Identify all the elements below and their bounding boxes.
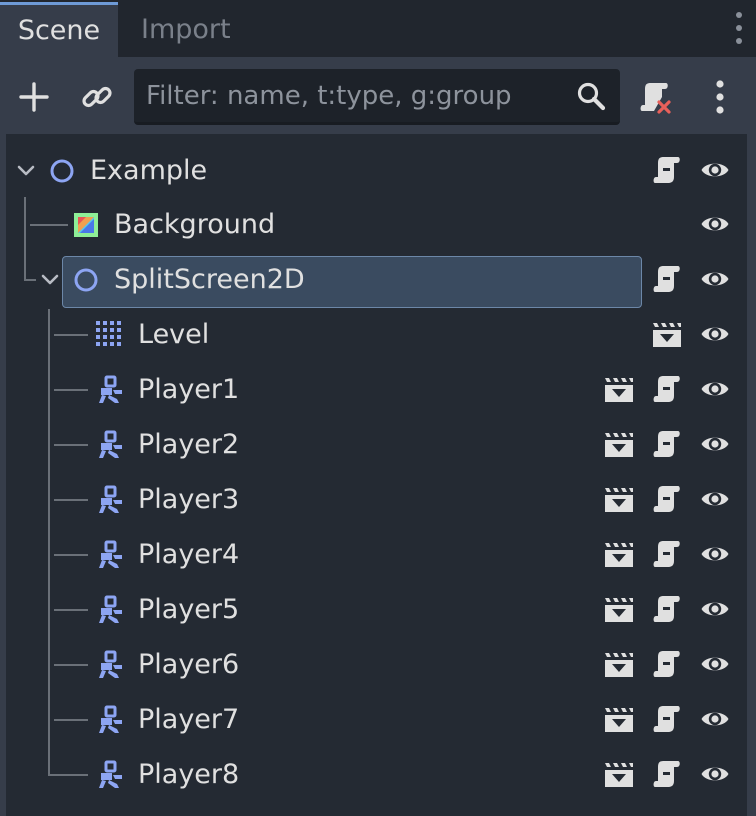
script-icon[interactable] <box>652 759 682 789</box>
node2d-circle-icon <box>48 157 76 185</box>
script-icon[interactable] <box>652 704 682 734</box>
filter-input[interactable] <box>146 69 566 122</box>
tree-node-example[interactable]: Example <box>6 143 747 198</box>
open-scene-clapperboard-icon[interactable] <box>603 486 635 514</box>
visibility-eye-icon[interactable] <box>700 267 730 291</box>
script-icon[interactable] <box>652 155 682 185</box>
characterbody2d-icon <box>95 430 125 460</box>
script-icon[interactable] <box>652 264 682 294</box>
tree-node-splitscreen2d[interactable]: SplitScreen2D <box>6 252 747 308</box>
kebab-menu-icon[interactable] <box>700 72 740 122</box>
tree-node-label: Example <box>90 155 208 186</box>
scene-dock: Scene Import Filter: name, t:type, g:gro… <box>0 0 756 816</box>
script-icon[interactable] <box>652 594 682 624</box>
tab-scene[interactable]: Scene <box>0 2 118 57</box>
script-remove-icon[interactable] <box>636 72 676 122</box>
script-icon[interactable] <box>652 374 682 404</box>
tree-node-player4[interactable]: Player4 <box>6 527 747 582</box>
open-scene-clapperboard-icon[interactable] <box>603 651 635 679</box>
tree-node-player1[interactable]: Player1 <box>6 362 747 417</box>
visibility-eye-icon[interactable] <box>700 158 730 182</box>
characterbody2d-icon <box>95 705 125 735</box>
tree-node-label: Player5 <box>138 594 240 625</box>
tab-import[interactable]: Import <box>141 2 231 57</box>
characterbody2d-icon <box>95 650 125 680</box>
tree-node-label: Player6 <box>138 649 240 680</box>
tree-node-label: Player1 <box>138 374 240 405</box>
tree-node-label: Player3 <box>138 484 240 515</box>
tree-node-player2[interactable]: Player2 <box>6 417 747 472</box>
characterbody2d-icon <box>95 540 125 570</box>
open-scene-clapperboard-icon[interactable] <box>603 596 635 624</box>
plus-icon[interactable] <box>14 72 54 122</box>
link-icon[interactable] <box>77 72 117 122</box>
tree-node-label: SplitScreen2D <box>114 264 305 295</box>
tree-node-label: Player7 <box>138 704 240 735</box>
visibility-eye-icon[interactable] <box>700 322 730 346</box>
tree-node-player5[interactable]: Player5 <box>6 582 747 637</box>
open-scene-clapperboard-icon[interactable] <box>603 376 635 404</box>
visibility-eye-icon[interactable] <box>700 377 730 401</box>
visibility-eye-icon[interactable] <box>700 212 730 236</box>
tree-node-level[interactable]: Level <box>6 307 747 362</box>
tree-node-label: Level <box>138 319 210 350</box>
tree-node-background[interactable]: Background <box>6 197 747 252</box>
characterbody2d-icon <box>95 485 125 515</box>
visibility-eye-icon[interactable] <box>700 652 730 676</box>
filter-field[interactable] <box>134 69 620 125</box>
chevron-down-icon[interactable] <box>40 273 60 287</box>
tree-node-player8[interactable]: Player8 <box>6 747 747 802</box>
open-scene-clapperboard-icon[interactable] <box>603 541 635 569</box>
characterbody2d-icon <box>95 760 125 790</box>
tree-node-label: Player2 <box>138 429 240 460</box>
tree-node-player7[interactable]: Player7 <box>6 692 747 747</box>
search-icon <box>577 82 606 111</box>
dock-tab-bar: Scene Import <box>0 0 756 57</box>
open-scene-clapperboard-icon[interactable] <box>603 431 635 459</box>
open-scene-clapperboard-icon[interactable] <box>603 761 635 789</box>
open-scene-clapperboard-icon[interactable] <box>603 706 635 734</box>
chevron-down-icon[interactable] <box>16 164 36 178</box>
script-icon[interactable] <box>652 429 682 459</box>
colorrect-icon <box>74 213 98 237</box>
visibility-eye-icon[interactable] <box>700 487 730 511</box>
script-icon[interactable] <box>652 484 682 514</box>
visibility-eye-icon[interactable] <box>700 542 730 566</box>
tree-node-label: Background <box>114 209 276 240</box>
tree-node-label: Player4 <box>138 539 240 570</box>
dock-menu-icon[interactable] <box>734 12 744 46</box>
tree-node-player6[interactable]: Player6 <box>6 637 747 692</box>
tilemap-icon <box>96 321 121 346</box>
visibility-eye-icon[interactable] <box>700 762 730 786</box>
node2d-circle-icon <box>72 266 100 294</box>
script-icon[interactable] <box>652 649 682 679</box>
tree-node-label: Player8 <box>138 759 240 790</box>
open-scene-clapperboard-icon[interactable] <box>651 321 683 349</box>
tree-node-player3[interactable]: Player3 <box>6 472 747 527</box>
scene-tree: Example Background SplitScreen2D Level P… <box>6 134 747 816</box>
script-icon[interactable] <box>652 539 682 569</box>
characterbody2d-icon <box>95 375 125 405</box>
characterbody2d-icon <box>95 595 125 625</box>
visibility-eye-icon[interactable] <box>700 707 730 731</box>
scene-toolbar <box>0 57 756 137</box>
visibility-eye-icon[interactable] <box>700 597 730 621</box>
visibility-eye-icon[interactable] <box>700 432 730 456</box>
